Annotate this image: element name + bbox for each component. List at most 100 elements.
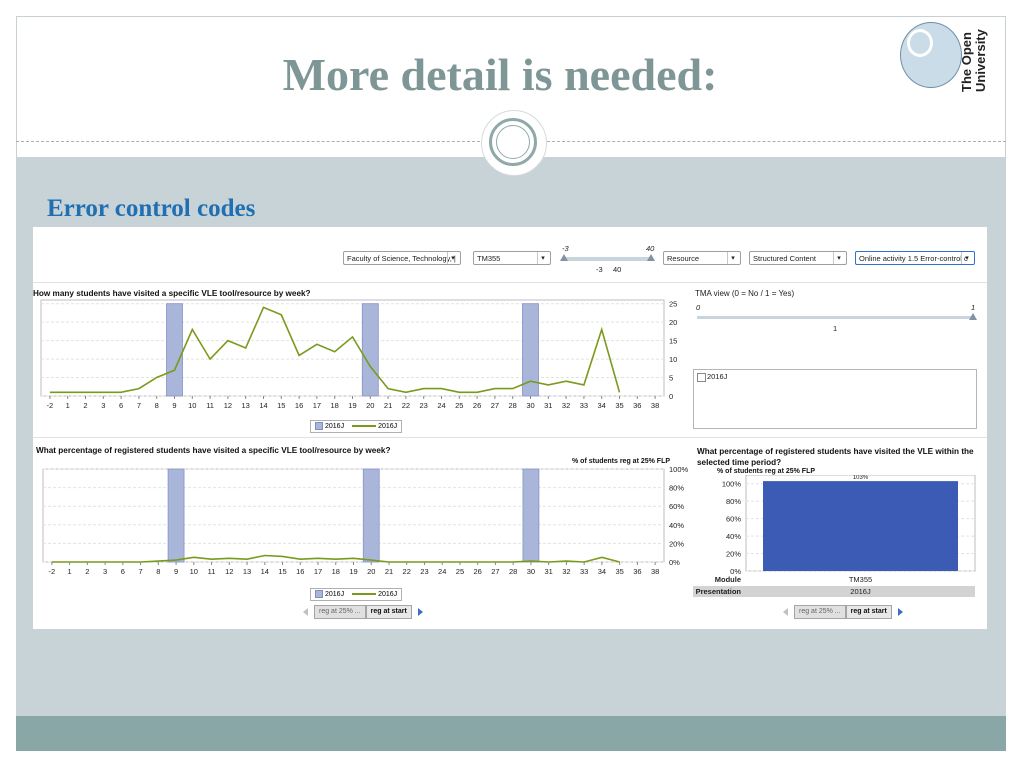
week-bar [362,468,380,563]
chevron-down-icon: ▾ [537,252,548,264]
presentation-row-label: Presentation [696,587,742,596]
x-tick-label: 35 [615,401,623,410]
x-tick-label: 21 [384,401,392,410]
x-tick-label: 7 [137,401,141,410]
slide-title: More detail is needed: [282,49,718,100]
y-tick-label: 0 [669,392,673,401]
x-tick-label: 19 [349,567,357,576]
x-tick-label: 10 [188,401,196,410]
x-tick-label: 2 [85,567,89,576]
week-slider-max: 40 [646,244,655,253]
week-range-slider[interactable] [563,257,653,261]
x-tick-label: 15 [278,567,286,576]
x-tick-label: 20 [366,401,374,410]
x-tick-label: 6 [119,401,123,410]
y-tick-label: 80% [726,497,741,506]
x-tick-label: 10 [190,567,198,576]
y-tick-label: 60% [669,502,684,511]
x-tick-label: 38 [651,401,659,410]
y-tick-label: 80% [669,484,684,493]
module-dropdown[interactable]: TM355 ▾ [473,251,551,265]
prev-page-button[interactable]: reg at 25% ... [794,605,846,619]
x-tick-label: 24 [437,401,445,410]
x-tick-label: 34 [598,401,606,410]
legend-bar-label: 2016J [325,591,345,598]
week-bar [167,468,185,563]
logo-oval-icon [900,22,962,88]
x-tick-label: 33 [580,567,588,576]
x-tick-label: 32 [562,401,570,410]
presentation-row-value: 2016J [850,587,871,596]
x-tick-label: 27 [491,567,499,576]
x-tick-label: 26 [473,401,481,410]
vle-bar [763,481,958,571]
chevron-down-icon: ▾ [961,252,972,264]
filter-divider [33,282,987,283]
resource-dropdown[interactable]: Resource ▾ [663,251,741,265]
content-dropdown[interactable]: Structured Content ▾ [749,251,847,265]
week-slider-right-handle[interactable] [647,254,655,261]
tma-view-slider[interactable] [697,316,973,319]
x-tick-label: 1 [68,567,72,576]
x-tick-label: 12 [224,401,232,410]
x-tick-label: 32 [562,567,570,576]
week-slider-left-handle[interactable] [560,254,568,261]
tma-value: 1 [833,324,838,333]
dashboard-screenshot: Faculty of Science, Technology, | ▾ TM355… [33,227,987,629]
x-tick-label: 6 [121,567,125,576]
y-tick-label: 25 [669,300,677,309]
week-slider-sel-max: 40 [613,265,622,274]
y-tick-label: 15 [669,337,677,346]
chevron-down-icon: ▾ [447,252,458,264]
y-tick-label: 20% [726,550,741,559]
next-page-icon[interactable] [417,608,423,616]
y-tick-label: 40% [726,532,741,541]
faculty-dropdown-value: Faculty of Science, Technology, | [347,254,456,263]
x-tick-label: 13 [242,401,250,410]
vle-percentage-chart: 0%20%40%60%80%100%103%Module TM355Present… [693,475,976,597]
x-tick-label: 24 [438,567,446,576]
week-bar [361,303,379,397]
tma-slider-handle[interactable] [969,313,977,320]
current-page-button[interactable]: reg at start [365,605,412,619]
x-tick-label: 25 [456,567,464,576]
x-tick-label: 23 [420,401,428,410]
activity-dropdown[interactable]: Online activity 1.5 Error-control c ▾ [855,251,975,265]
x-tick-label: 30 [527,567,535,576]
open-university-logo: The Open University [898,20,1002,92]
presentation-checkbox[interactable] [697,373,706,382]
chevron-down-icon: ▾ [727,252,738,264]
y-tick-label: 100% [669,465,689,474]
x-tick-label: 8 [156,567,160,576]
weekly-visits-chart: 0510152025-2 1 2 3 6 7 8 9 10 11 12 13 14 15 16 17 18 19 2… [40,299,677,410]
week-slider-min: -3 [562,244,569,253]
y-tick-label: 5 [669,374,673,383]
x-tick-label: 21 [385,567,393,576]
weekly-percentage-chart: 0%20%40%60%80%100%-2 1 2 3 6 7 8 9 10 11 12 13 14 15 1… [42,465,689,576]
y-tick-label: 40% [669,521,684,530]
prev-page-icon[interactable] [783,608,788,616]
prev-page-icon[interactable] [303,608,308,616]
x-tick-label: 1 [66,401,70,410]
prev-page-button[interactable]: reg at 25% ... [314,605,366,619]
y-tick-label: 20% [669,539,684,548]
tma-max-label: 1 [971,303,976,312]
section-divider [33,437,987,438]
x-tick-label: 31 [544,401,552,410]
x-tick-label: 13 [243,567,251,576]
current-page-button[interactable]: reg at start [845,605,892,619]
week-bar [522,468,540,563]
week-bar [166,303,183,397]
next-page-icon[interactable] [897,608,903,616]
section-title: Error control codes [47,195,256,222]
resource-dropdown-value: Resource [667,254,700,263]
x-tick-label: 12 [225,567,233,576]
x-tick-label: 14 [261,567,269,576]
x-tick-label: 15 [277,401,285,410]
x-tick-label: 17 [313,401,321,410]
footer-band [16,716,1006,751]
x-tick-label: 31 [544,567,552,576]
legend-line-label: 2016J [378,423,398,430]
faculty-dropdown[interactable]: Faculty of Science, Technology, | ▾ [343,251,461,265]
bar-value-label: 103% [853,475,869,481]
